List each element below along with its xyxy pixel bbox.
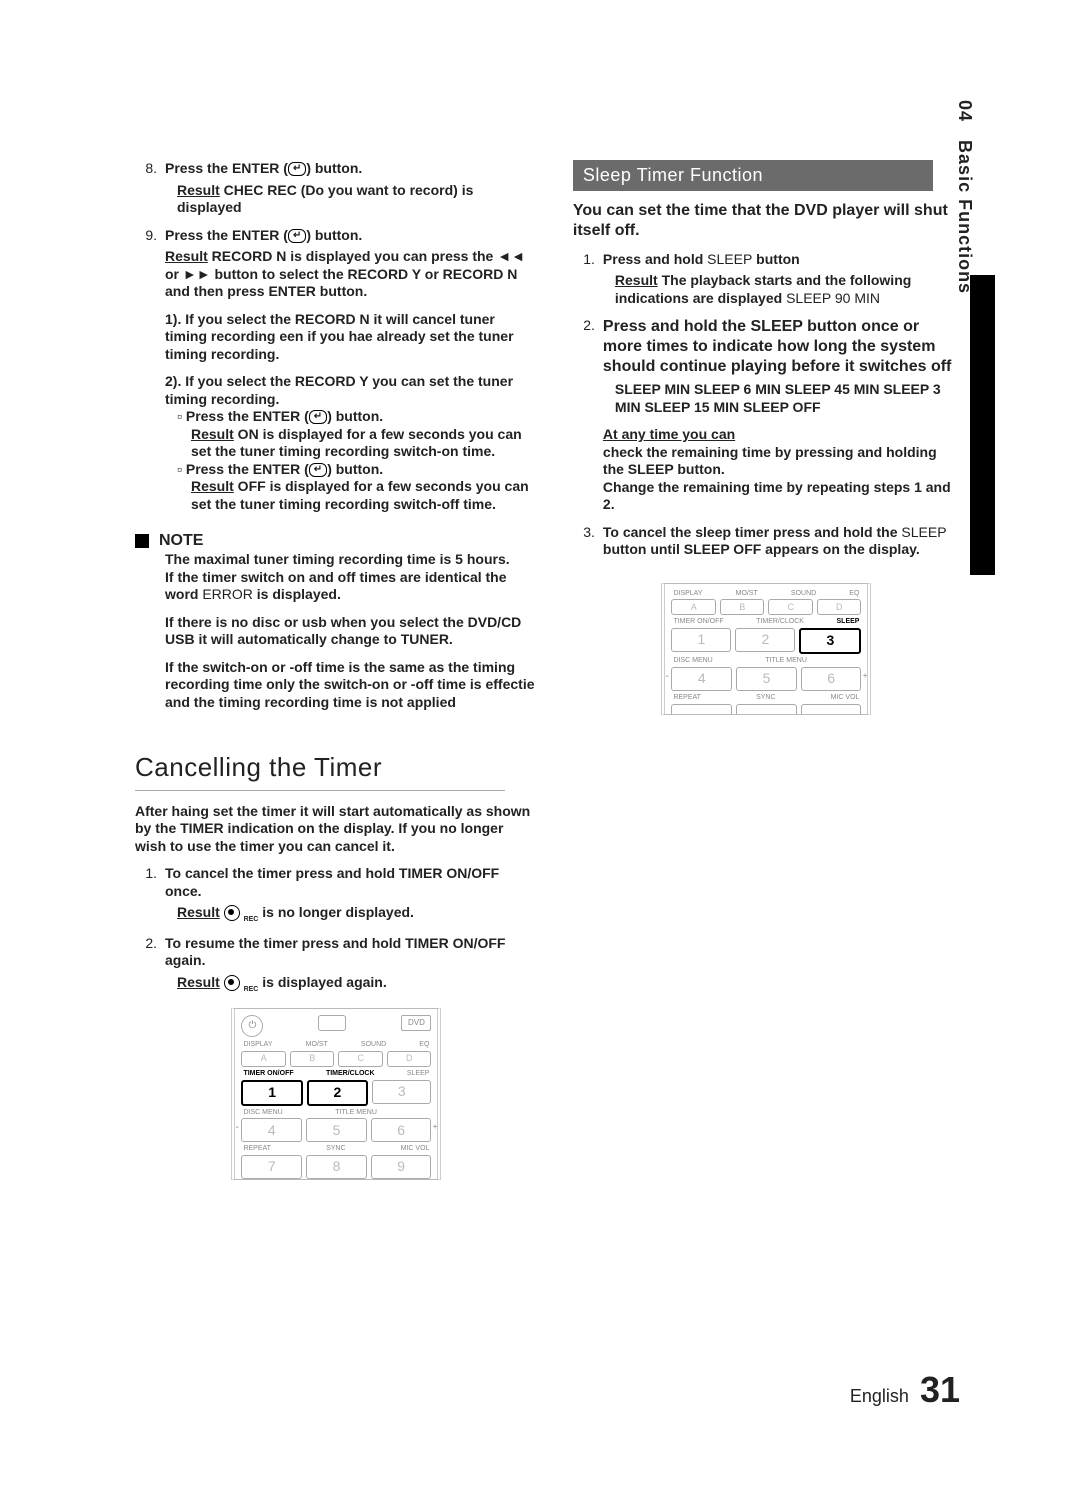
step-8: 8. Press the ENTER (↵) button. [135,160,538,178]
enter-icon: ↵ [288,162,306,176]
remote-btn-1-hl: 1 [241,1080,302,1106]
anytime-b: Change the remaining time by repeating s… [603,479,960,514]
step-9-sub2: 2). If you select the RECORD Y you can s… [165,373,538,408]
anytime-label: At any time you can [603,426,960,444]
sleep-step-3: 3. To cancel the sleep timer press and h… [573,524,960,559]
cancel-intro: After haing set the timer it will start … [135,803,538,856]
step-9-bullet-b: ▫ Press the ENTER (↵) button. [177,461,538,479]
cancel-step-2-result: Result REC is displayed again. [177,974,538,995]
sleep-step-2: 2. Press and hold the SLEEP button once … [573,317,960,377]
remote-illustration-sleep: DISPLAY MO/ST SOUND EQ A B C D TIMER ON/… [661,583,871,715]
enter-icon: ↵ [309,410,327,424]
thumb-index-strip [970,275,995,575]
cancel-step-2: 2. To resume the timer press and hold TI… [135,935,538,970]
hr [135,790,505,791]
cancel-title: Cancelling the Timer [135,751,538,784]
step-9: 9. Press the ENTER (↵) button. [135,227,538,245]
sleep-step-1-result: Result The playback starts and the follo… [615,272,960,307]
note-heading: NOTE [135,531,538,551]
sleep-step-2-options: SLEEP MIN SLEEP 6 MIN SLEEP 45 MIN SLEEP… [615,381,960,416]
enter-icon: ↵ [288,229,306,243]
remote-illustration-cancel: ⏻ DVD DISPLAY MO/ST SOUND EQ A B C D [231,1008,441,1180]
side-tab-num: 04 [955,100,975,122]
step-9-num: 9. [135,227,157,245]
step-9-bullet-b-result: Result OFF is displayed for a few second… [191,478,538,513]
enter-icon: ↵ [309,463,327,477]
step-9-result: Result RECORD N is displayed you can pre… [165,248,538,301]
sleep-step-1: 1. Press and hold SLEEP button [573,251,960,269]
power-icon: ⏻ [241,1015,263,1037]
left-column: 8. Press the ENTER (↵) button. Result CH… [135,160,538,1180]
step-9-text: Press the ENTER (↵) button. [165,227,362,245]
step-8-result: Result CHEC REC (Do you want to record) … [177,182,538,217]
footer-pagenum: 31 [920,1369,960,1410]
step-9-bullet-a-result: Result ON is displayed for a few seconds… [191,426,538,461]
sleep-intro: You can set the time that the DVD player… [573,201,960,241]
dvd-button: DVD [401,1015,431,1031]
page-footer: English 31 [850,1369,960,1411]
step-9-sub1: 1). If you select the RECORD N it will c… [165,311,538,364]
remote-btn-3-hl: 3 [799,628,861,654]
remote-btn-2-hl: 2 [307,1080,368,1106]
rec-icon [224,905,240,921]
footer-lang: English [850,1386,909,1406]
step-8-num: 8. [135,160,157,178]
note-square-icon [135,534,149,548]
eject-button [318,1015,346,1031]
side-tab: 04 Basic Functions [954,100,975,294]
step-8-text: Press the ENTER (↵) button. [165,160,362,178]
rec-icon [224,975,240,991]
cancel-step-1-result: Result REC is no longer displayed. [177,904,538,925]
step-9-bullet-a: ▫ Press the ENTER (↵) button. [177,408,538,426]
side-tab-label: Basic Functions [955,140,975,294]
cancel-step-1: 1. To cancel the timer press and hold TI… [135,865,538,900]
right-column: Sleep Timer Function You can set the tim… [573,160,960,1180]
anytime-a: check the remaining time by pressing and… [603,444,960,479]
sleep-section-title: Sleep Timer Function [573,160,933,191]
note-body: The maximal tuner timing recording time … [165,551,538,711]
